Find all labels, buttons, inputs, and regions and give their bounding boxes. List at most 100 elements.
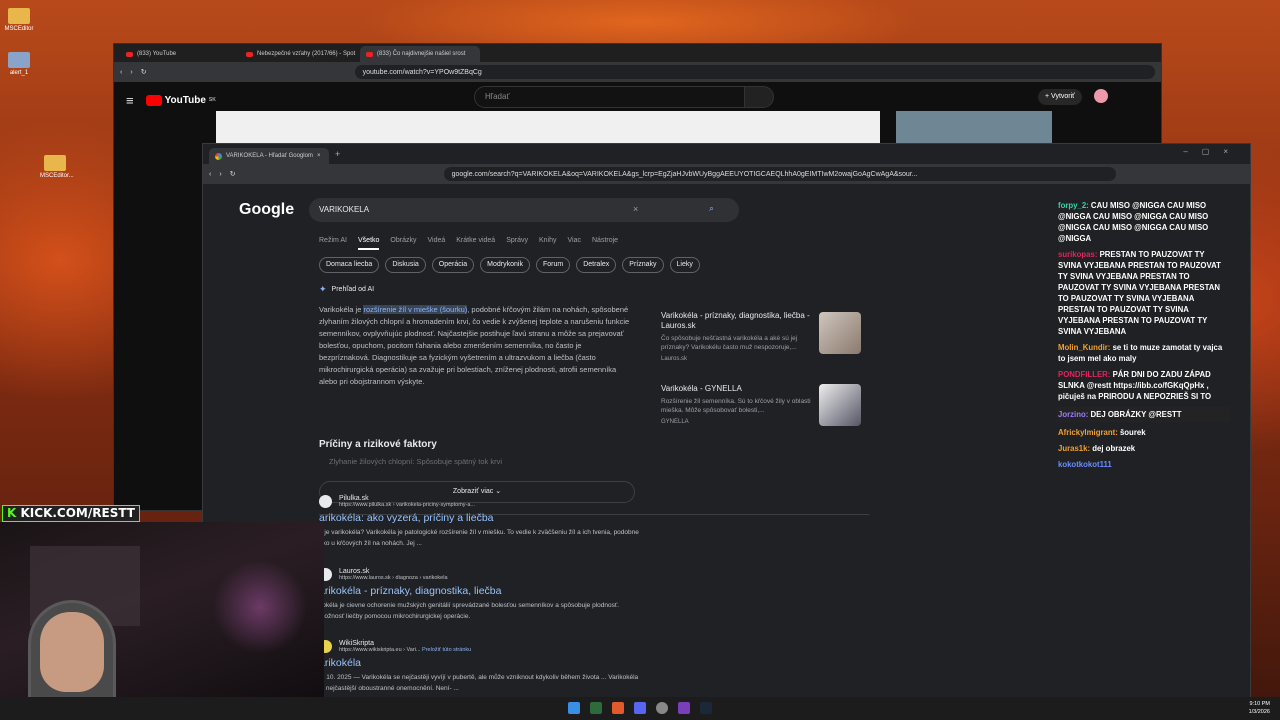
discord-icon[interactable] xyxy=(634,702,646,714)
clear-icon[interactable]: × xyxy=(633,204,638,214)
tab-all[interactable]: Všetko xyxy=(358,237,380,250)
windows-start-icon[interactable] xyxy=(568,702,580,714)
faded-list-item: Zlyhanie žilových chlopní: Spôsobuje spä… xyxy=(329,457,503,466)
reload-icon[interactable]: ↻ xyxy=(230,170,236,178)
chip[interactable]: Detralex xyxy=(576,257,617,273)
chip[interactable]: Diskusia xyxy=(385,257,426,273)
file-icon xyxy=(8,52,30,68)
steam-icon[interactable] xyxy=(700,702,712,714)
chat-message: PONDFILLER: PÁR DNI DO ZADU ZÁPAD SLNKA … xyxy=(1058,369,1230,402)
webcam-overlay xyxy=(0,522,324,720)
sparkle-icon: ✦ xyxy=(319,284,327,294)
tab-images[interactable]: Obrázky xyxy=(390,237,416,250)
google-icon xyxy=(215,152,222,160)
new-tab-icon[interactable]: + xyxy=(335,149,340,159)
chat-message: Juras1k: dej obrazek xyxy=(1058,443,1230,454)
kick-channel-badge: K KICK.COM/RESTT xyxy=(2,505,140,522)
window-controls[interactable]: –▢× xyxy=(1183,147,1242,156)
tab-google-search[interactable]: VARIKOKELA - Hľadať Googlom × xyxy=(209,148,329,164)
chat-text: DEJ OBRÁZKY @RESTT xyxy=(1088,410,1182,419)
youtube-search-input[interactable]: Hľadať xyxy=(474,86,764,108)
tab-ai-mode[interactable]: Režim AI xyxy=(319,237,347,250)
youtube-play-icon xyxy=(145,94,162,106)
highlighted-text[interactable]: rozšírenie žíl v mieške (šourku) xyxy=(363,305,468,314)
search-icon[interactable]: ⌕ xyxy=(709,203,714,214)
youtube-logo[interactable]: YouTube SK xyxy=(145,94,216,106)
tab-news[interactable]: Správy xyxy=(506,237,528,250)
address-bar: ‹ › ↻ google.com/search?q=VARIKOKELA&oq=VA… xyxy=(203,164,1250,184)
chip[interactable]: Príznaky xyxy=(622,257,664,273)
chat-message: surikopas: PRESTAN TO PAUZOVAT TY SVINA … xyxy=(1058,249,1230,337)
excel-icon[interactable] xyxy=(590,702,602,714)
folder-icon xyxy=(44,155,66,171)
desktop-icon-alert[interactable]: alert_1 xyxy=(4,52,34,76)
url-field[interactable]: youtube.com/watch?v=YPOw9tZBqCg xyxy=(354,65,1155,79)
search-input[interactable]: VARIKOKELA xyxy=(309,198,739,222)
brave-icon[interactable] xyxy=(612,702,624,714)
tab-short-videos[interactable]: Krátke videá xyxy=(456,237,495,250)
tab-videos[interactable]: Videá xyxy=(427,237,445,250)
chat-message: forpy_2: CAU MISO @NIGGA CAU MISO @NIGGA… xyxy=(1058,200,1230,244)
result-link[interactable]: arikokéla xyxy=(319,657,639,669)
stream-chat-overlay: forpy_2: CAU MISO @NIGGA CAU MISO @NIGGA… xyxy=(1056,200,1230,475)
streamer-face xyxy=(40,612,104,692)
tab-strip: VARIKOKELA - Hľadať Googlom × + –▢× xyxy=(203,144,1250,164)
chat-text: dej obrazek xyxy=(1090,444,1136,453)
translate-link[interactable]: Preložiť túto stránku xyxy=(422,647,471,653)
back-icon[interactable]: ‹ xyxy=(209,171,211,178)
chip[interactable]: Lieky xyxy=(669,257,700,273)
chat-message: Africkylmigrant: šourek xyxy=(1058,427,1230,438)
chat-username: surikopas: xyxy=(1058,250,1098,259)
close-icon[interactable]: × xyxy=(317,153,321,159)
chip[interactable]: Forum xyxy=(535,257,571,273)
address-bar: ‹ › ↻ youtube.com/watch?v=YPOw9tZBqCg xyxy=(114,62,1161,82)
card-thumbnail xyxy=(819,312,861,354)
avatar[interactable] xyxy=(1094,89,1108,103)
tab-tools[interactable]: Nástroje xyxy=(592,237,618,250)
search-nav: Režim AI Všetko Obrázky Videá Krátke vid… xyxy=(319,237,618,250)
tab-youtube[interactable]: (833) YouTube xyxy=(120,46,240,62)
tab-strip: (833) YouTube Nebezpečné vzťahy (2017/66… xyxy=(114,44,1161,62)
chat-username: kokotkokot111 xyxy=(1058,460,1112,469)
tab-youtube-video[interactable]: (833) Čo najdivnejšie našiel srost xyxy=(360,46,480,62)
search-result: Pilulka.sk https://www.pilulka.sk › vari… xyxy=(319,495,639,547)
tab-books[interactable]: Knihy xyxy=(539,237,557,250)
menu-icon[interactable]: ≡ xyxy=(126,93,134,108)
site-favicon xyxy=(319,495,332,508)
taskbar: 9:10 PM 1/3/2026 xyxy=(0,697,1280,720)
result-link[interactable]: arikokéla: ako vyzerá, príčiny a liečba xyxy=(319,512,639,524)
google-logo[interactable]: Google xyxy=(239,201,294,219)
chat-username: Molin_Kundir: xyxy=(1058,343,1111,352)
card-thumbnail xyxy=(819,384,861,426)
background-light xyxy=(210,562,310,652)
system-clock[interactable]: 9:10 PM 1/3/2026 xyxy=(1249,700,1270,716)
chip[interactable]: Operácia xyxy=(431,257,475,273)
youtube-search-button[interactable] xyxy=(744,86,774,108)
chip[interactable]: Modrykonik xyxy=(480,257,530,273)
desktop-icon-msceditor[interactable]: MSCEditor xyxy=(4,8,34,32)
create-button[interactable]: + Vytvoriť xyxy=(1038,89,1082,105)
forward-icon[interactable]: › xyxy=(130,69,132,76)
youtube-icon xyxy=(246,51,253,57)
back-icon[interactable]: ‹ xyxy=(120,69,122,76)
chat-text: šourek xyxy=(1117,428,1146,437)
youtube-icon xyxy=(126,51,133,57)
ai-overview-text: Varikokéla je rozšírenie žíl v mieške (š… xyxy=(319,305,630,386)
chip[interactable]: Domaca liecba xyxy=(319,257,380,273)
chat-username: forpy_2: xyxy=(1058,201,1089,210)
chat-message: Jorzino: DEJ OBRÁZKY @RESTT xyxy=(1056,407,1230,422)
desktop-icon-msceditor-2[interactable]: MSCEditor... xyxy=(40,155,74,179)
tab-more[interactable]: Viac xyxy=(568,237,582,250)
app-icon[interactable] xyxy=(678,702,690,714)
search-result: WikiSkripta https://www.wikiskripta.eu ›… xyxy=(319,640,639,692)
refinement-chips: Domaca liecba Diskusia Operácia Modrykon… xyxy=(319,257,700,273)
forward-icon[interactable]: › xyxy=(219,171,221,178)
url-field[interactable]: google.com/search?q=VARIKOKELA&oq=VARIKO… xyxy=(443,167,1116,181)
tab-spotify[interactable]: Nebezpečné vzťahy (2017/66) - Spot xyxy=(240,46,360,62)
chat-username: Jorzino: xyxy=(1058,410,1089,419)
obs-icon[interactable] xyxy=(656,702,668,714)
chat-username: Juras1k: xyxy=(1058,444,1091,453)
chat-username: PONDFILLER: xyxy=(1058,370,1111,379)
result-link[interactable]: arikokéla - príznaky, diagnostika, liečb… xyxy=(319,585,639,597)
reload-icon[interactable]: ↻ xyxy=(141,68,147,76)
